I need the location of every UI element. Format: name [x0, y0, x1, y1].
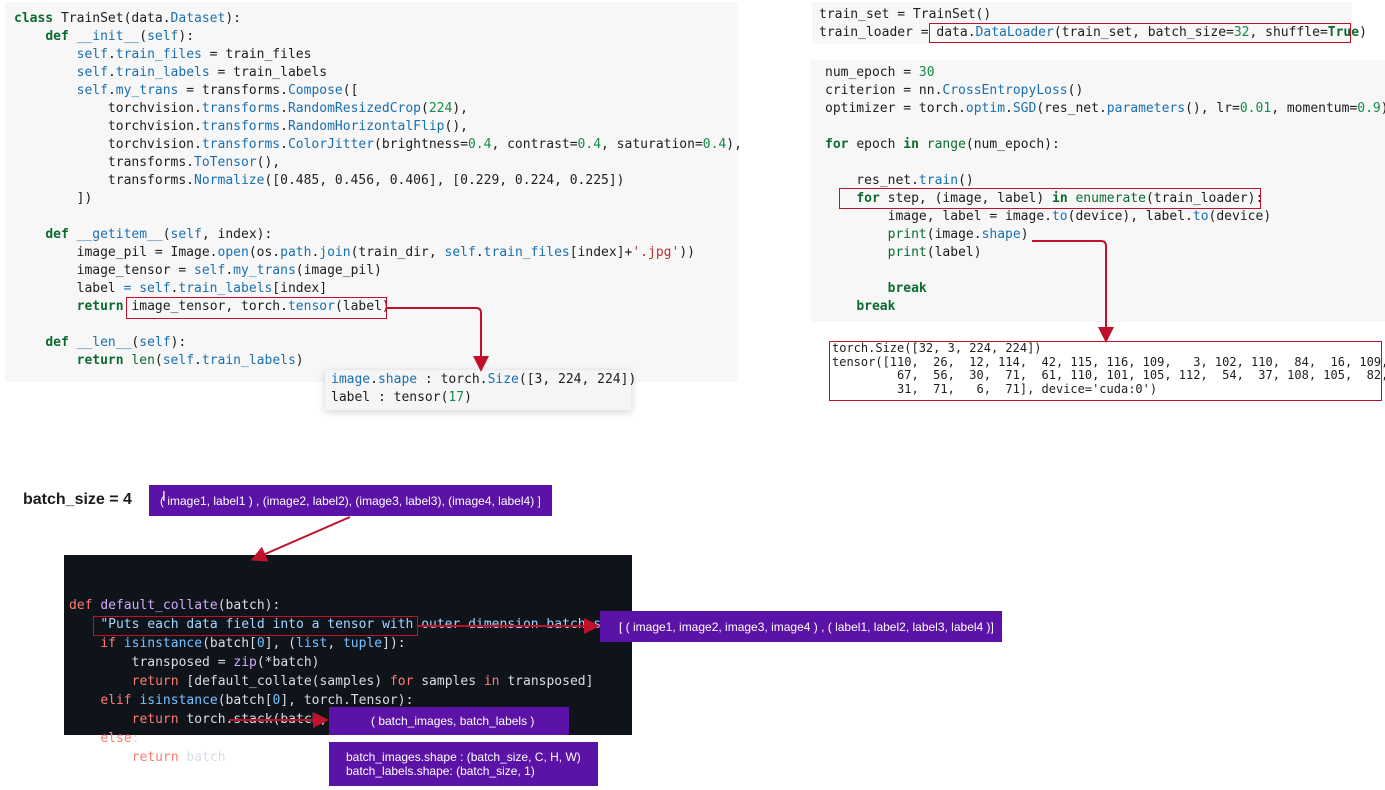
training-loop-code-line: optimizer = torch.optim.SGD(res_net.para… — [825, 101, 1385, 116]
collate-code-line: def default_collate(batch): — [69, 598, 281, 613]
train-set-code-line: def __getitem__(self, index): — [45, 227, 273, 242]
train-set-code-line: torchvision.transforms.RandomResizedCrop… — [14, 101, 468, 116]
batch-images-shape: batch_images.shape : (batch_size, C, H, … — [346, 750, 581, 764]
output-line: torch.Size([32, 3, 224, 224]) — [832, 341, 1042, 355]
train-set-code-line: image_tensor = self.my_trans(image_pil) — [14, 263, 382, 278]
getitem-output-text: image.shape : torch.Size([3, 224, 224]) l… — [331, 371, 636, 407]
zip-highlight-box — [93, 616, 418, 636]
training-loop-code-line: break — [856, 299, 896, 314]
training-loop-code-line: for epoch in range(num_epoch): — [825, 137, 1060, 152]
collate-code-line: if isinstance(batch[0], (list, tuple]): — [100, 636, 406, 651]
transposed-result-box: [ ( image1, image2, image3, image4 ) , (… — [600, 611, 1002, 642]
transposed-result-text: [ ( image1, image2, image3, image4 ) , (… — [619, 619, 994, 634]
training-loop-code-line — [825, 154, 1385, 172]
train-set-code-line: self.train_files = train_files — [76, 47, 312, 62]
output-line: 31, 71, 6, 71], device='cuda:0') — [832, 381, 1158, 396]
training-loop-code-line — [825, 118, 1385, 136]
dataloader-highlight-box — [929, 23, 1351, 43]
training-loop-code-line: print(image.shape) — [887, 227, 1029, 242]
training-loop-code-line: print(label) — [887, 245, 982, 260]
train-set-code-line — [14, 208, 742, 226]
train-set-code-line: torchvision.transforms.ColorJitter(brigh… — [14, 137, 742, 152]
training-loop-code-line: num_epoch = 30 — [825, 65, 935, 80]
train-set-code-line: def __init__(self): — [45, 29, 195, 44]
output-line: tensor([110, 26, 12, 114, 42, 115, 116, … — [832, 354, 1385, 369]
batch-shapes-box: batch_images.shape : (batch_size, C, H, … — [329, 742, 598, 786]
train-set-code-line: return len(self.train_labels) — [76, 353, 304, 368]
batch-pair-text: ( batch_images, batch_labels ) — [371, 714, 535, 728]
training-loop-code-line — [825, 262, 1385, 280]
enumerate-highlight-box — [839, 188, 1261, 209]
arrow-tuple-to-collate — [250, 516, 351, 562]
batch-pair-box: ( batch_images, batch_labels ) — [329, 707, 569, 735]
output-line: 67, 56, 30, 71, 61, 110, 101, 105, 112, … — [832, 368, 1385, 382]
train-set-code-line: image_pil = Image.open(os.path.join(trai… — [14, 245, 695, 260]
training-loop-code-line: break — [887, 281, 927, 296]
batch-size-label: batch_size = 4 — [23, 491, 132, 508]
collate-code-line: return [default_collate(samples) for sam… — [131, 674, 594, 689]
train-set-code-line: self.my_trans = transforms.Compose([ — [76, 83, 359, 98]
train-set-code-line: self.train_labels = train_labels — [76, 65, 328, 80]
train-set-code-line: class TrainSet(data.Dataset): — [14, 11, 241, 26]
train-set-code-line: torchvision.transforms.RandomHorizontalF… — [14, 119, 468, 134]
collate-code-line: transposed = zip(*batch) — [69, 655, 320, 670]
train-set-code-line: transforms.ToTensor(), — [14, 155, 281, 170]
printed-output-text: torch.Size([32, 3, 224, 224]) tensor([110… — [832, 341, 1385, 396]
training-loop-code-line: image, label = image.to(device), label.t… — [825, 209, 1272, 224]
tooltip-line: image.shape : torch.Size([3, 224, 224]) — [331, 372, 637, 387]
batch-tuple-text: ( image1, label1 ) , (image2, label2), (… — [160, 493, 541, 508]
train-set-code-line: transforms.Normalize([0.485, 0.456, 0.40… — [14, 173, 625, 188]
return-highlight-box — [126, 297, 387, 319]
dataloader-code-line: train_set = TrainSet() — [819, 7, 992, 22]
train-set-code-line: ]) — [14, 191, 93, 206]
text-cursor-icon: I — [162, 490, 166, 505]
tooltip-line: label : tensor(17) — [331, 390, 472, 405]
batch-tuple-box: ( image1, label1 ) , (image2, label2), (… — [149, 485, 552, 516]
train-set-code-line: label = self.train_labels[index] — [14, 281, 328, 296]
training-loop-code-line: criterion = nn.CrossEntropyLoss() — [825, 83, 1084, 98]
train-set-code-line: def __len__(self): — [45, 335, 187, 350]
batch-labels-shape: batch_labels.shape: (batch_size, 1) — [346, 764, 535, 778]
